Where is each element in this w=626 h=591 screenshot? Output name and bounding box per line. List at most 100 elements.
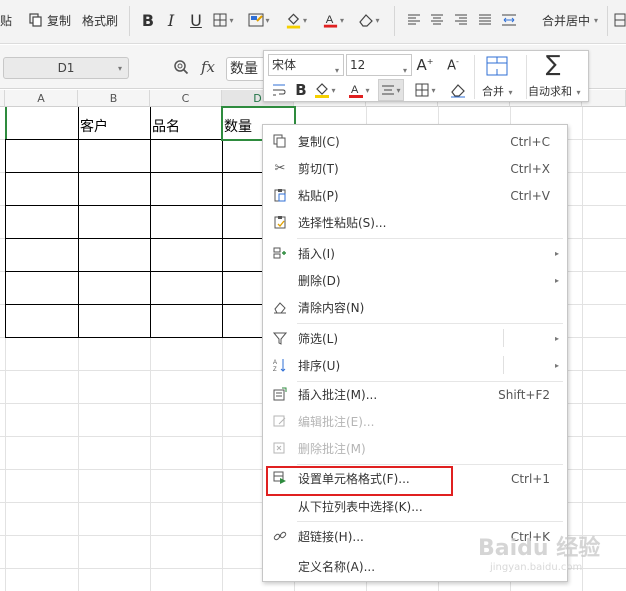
fx-icon[interactable]: fx [201,58,215,76]
bold-icon: B [141,10,155,30]
font-size-value: 12 [350,58,366,72]
cell-style-button[interactable]: ▾ [248,9,270,31]
copy-icon [272,133,288,149]
copy-icon [28,12,44,28]
column-header-b[interactable]: B [78,90,150,107]
row-selection-edge [5,107,7,139]
mini-bold-button[interactable]: B [290,79,312,101]
menu-item-insert[interactable]: 插入(I) ▸ [263,240,567,267]
format-painter-label: 格式刷 [82,13,119,28]
menu-item-clear-content[interactable]: 清除内容(N) [263,294,567,321]
formula-tools: fx [173,58,215,76]
align-left-icon [408,14,420,25]
menu-item-sort[interactable]: AZ 排序(U) ▸ [263,352,567,379]
table-border [5,304,294,305]
mini-border-button[interactable]: ▾ [414,79,436,101]
menu-item-pick-from-list[interactable]: 从下拉列表中选择(K)... [263,493,567,520]
mini-font-color-button[interactable]: A ▾ [348,79,370,101]
align-center-icon [382,85,395,95]
menu-item-filter[interactable]: 筛选(L) ▸ [263,325,567,352]
font-name-value: 宋体 [272,58,297,72]
autosum-icon-button[interactable]: ∑ [542,51,564,77]
paste-label: 贴 [0,13,13,28]
ribbon-divider [394,6,395,36]
font-color-button[interactable]: A ▾ [322,9,344,31]
menu-item-delete-comment[interactable]: 删除批注(M) [263,435,567,462]
fill-color-button[interactable]: ▾ [285,9,307,31]
highlight-box [266,466,453,496]
font-name-select[interactable]: 宋体 ▾ [268,54,344,76]
ribbon-toolbar: 贴 复制 格式刷 B I U ▾ ▾ ▾ A ▾ ▾ 合并居中 ▾ [0,0,626,44]
menu-item-paste[interactable]: 粘贴(P) Ctrl+V [263,182,567,209]
wrap-text-icon [273,84,286,96]
justify-button[interactable] [474,9,496,31]
italic-button[interactable]: I [160,9,182,31]
name-box[interactable]: D1 ▾ [3,57,129,79]
cell-b1[interactable]: 客户 [80,116,108,136]
justify-icon [479,14,491,25]
merge-label: 合并 [482,85,504,98]
copy-label: 复制 [47,13,72,28]
format-painter-button[interactable]: 格式刷 [82,9,118,31]
delete-comment-icon [272,440,288,456]
mini-align-button[interactable]: ▾ [378,79,404,101]
merge-button[interactable]: 合并 ▾ [482,83,513,99]
border-icon [213,13,227,27]
autosum-button[interactable]: 自动求和 ▾ [528,83,581,99]
align-left-button[interactable] [403,9,425,31]
distributed-align-button[interactable] [498,9,520,31]
decrease-font-button[interactable]: A- [442,54,464,76]
ribbon-divider [129,6,130,36]
align-right-button[interactable] [450,9,472,31]
column-header-a[interactable]: A [5,90,78,107]
fill-bucket-icon [315,83,330,98]
clear-format-button[interactable]: ▾ [358,9,380,31]
cell-c1[interactable]: 品名 [152,116,180,136]
copy-button[interactable]: 复制 [28,9,71,31]
merge-center-dropdown[interactable]: ▾ [594,16,598,25]
column-header-c[interactable]: C [150,90,222,107]
align-right-icon [455,14,467,25]
paste-button[interactable]: 贴 [0,9,12,31]
menu-item-paste-special[interactable]: 选择性粘贴(S)... [263,209,567,236]
menu-item-cut[interactable]: ✂ 剪切(T) Ctrl+X [263,155,567,182]
merge-center-label: 合并居中 [542,13,591,28]
watermark-url: jingyan.baidu.com [490,562,583,573]
paste-special-icon [272,214,288,230]
insert-icon [272,245,288,261]
ribbon-overflow-button[interactable] [614,9,626,31]
table-border [78,107,79,337]
menu-item-insert-comment[interactable]: 插入批注(M)... Shift+F2 [263,381,567,408]
increase-font-button[interactable]: A+ [414,54,436,76]
underline-button[interactable]: U [185,9,207,31]
submenu-arrow-icon: ▸ [554,361,559,370]
submenu-arrow-icon: ▸ [554,276,559,285]
merge-icon-button[interactable] [486,55,508,77]
increase-font-icon: A+ [416,56,434,74]
toolbar-divider [474,55,475,99]
bold-button[interactable]: B [137,9,159,31]
chevron-down-icon[interactable]: ▾ [118,64,122,73]
border-button[interactable]: ▾ [212,9,234,31]
align-center-button[interactable] [426,9,448,31]
wrap-text-button[interactable] [268,79,290,101]
sigma-icon: ∑ [545,51,561,77]
table-border [222,107,223,337]
zoom-icon[interactable] [173,59,189,75]
table-border [5,271,294,272]
merge-icon [486,56,508,76]
decrease-font-icon: A- [447,56,459,74]
comment-icon [272,386,288,402]
svg-text:A: A [351,84,359,96]
menu-item-edit-comment[interactable]: 编辑批注(E)... [263,408,567,435]
border-icon [415,83,429,97]
menu-item-copy[interactable]: 复制(C) Ctrl+C [263,128,567,155]
mini-fill-color-button[interactable]: ▾ [314,79,336,101]
chevron-down-icon: ▾ [402,66,407,75]
mini-clear-button[interactable] [447,79,469,101]
table-border [150,107,151,337]
merge-center-button[interactable]: 合并居中 ▾ [542,9,598,31]
link-icon [272,528,288,544]
menu-item-delete[interactable]: 删除(D) ▸ [263,267,567,294]
font-size-select[interactable]: 12 ▾ [346,54,412,76]
